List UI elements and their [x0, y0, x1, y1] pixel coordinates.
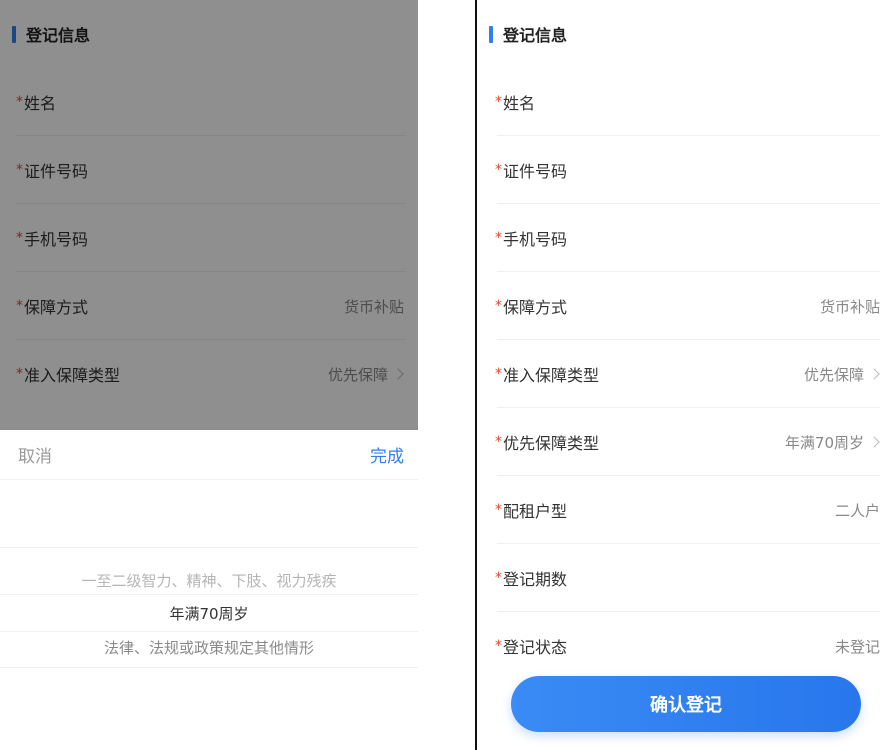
required-star-icon: * [495, 162, 502, 178]
field-label: 配租户型 [503, 502, 568, 521]
option-picker: 取消 完成 一至二级智力、精神、下肢、视力残疾 年满70周岁 法律、法规或政策规… [0, 430, 418, 750]
field-value-text: 货币补贴 [343, 297, 404, 316]
field-name[interactable]: * 姓名 [0, 68, 418, 136]
required-star-icon: * [495, 366, 502, 382]
section-header: 登记信息 [477, 0, 894, 68]
field-label: 保障方式 [24, 298, 89, 317]
field-id-number[interactable]: * 证件号码 [0, 136, 418, 204]
field-value-text: 优先保障 [327, 365, 388, 384]
section-accent-bar [489, 25, 493, 43]
required-star-icon: * [495, 502, 502, 518]
field-value: 优先保障 [328, 364, 404, 385]
required-star-icon: * [495, 94, 502, 110]
field-admission-type[interactable]: * 准入保障类型 优先保障 [477, 340, 894, 408]
required-star-icon: * [16, 298, 23, 314]
picker-done-button[interactable]: 完成 [370, 442, 404, 467]
field-phone[interactable]: * 手机号码 [0, 204, 418, 272]
field-label: 准入保障类型 [503, 366, 600, 385]
picker-selection-line-bottom [0, 631, 418, 632]
field-label: 准入保障类型 [24, 366, 121, 385]
field-id-number[interactable]: * 证件号码 [477, 136, 894, 204]
right-screen: 登记信息 * 姓名 * 证件号码 * 手机号码 * 保障方式 货币补贴 * 准入… [477, 0, 894, 750]
field-value: 货币补贴 [344, 296, 404, 317]
required-star-icon: * [16, 162, 23, 178]
field-label: 姓名 [503, 94, 536, 113]
field-value-text: 年满70周岁 [784, 433, 864, 452]
required-star-icon: * [16, 366, 23, 382]
field-admission-type[interactable]: * 准入保障类型 优先保障 [0, 340, 418, 408]
chevron-right-icon [392, 368, 404, 380]
left-form: 登记信息 * 姓名 * 证件号码 * 手机号码 * 保障方式 货币补贴 * 准入… [0, 0, 418, 430]
field-label: 优先保障类型 [503, 434, 600, 453]
required-star-icon: * [495, 638, 502, 654]
picker-divider [0, 547, 418, 548]
required-star-icon: * [495, 570, 502, 586]
field-unit-type[interactable]: * 配租户型 二人户 [477, 476, 894, 544]
field-registration-period[interactable]: * 登记期数 [477, 544, 894, 612]
field-label: 登记状态 [503, 638, 568, 657]
picker-option-selected[interactable]: 年满70周岁 [0, 603, 418, 624]
required-star-icon: * [495, 230, 502, 246]
field-guarantee-method[interactable]: * 保障方式 货币补贴 [0, 272, 418, 340]
field-registration-status[interactable]: * 登记状态 未登记 [477, 612, 894, 680]
field-label: 登记期数 [503, 570, 568, 589]
field-guarantee-method[interactable]: * 保障方式 货币补贴 [477, 272, 894, 340]
required-star-icon: * [495, 434, 502, 450]
field-value: 优先保障 [804, 364, 880, 385]
field-value: 货币补贴 [820, 296, 880, 317]
required-star-icon: * [16, 94, 23, 110]
picker-option[interactable]: 法律、法规或政策规定其他情形 [0, 637, 418, 658]
field-label: 手机号码 [503, 230, 568, 249]
field-value-text: 货币补贴 [819, 297, 880, 316]
confirm-registration-button[interactable]: 确认登记 [511, 676, 861, 732]
picker-selection-line-top [0, 594, 418, 595]
field-label: 姓名 [24, 94, 57, 113]
field-value-text: 二人户 [834, 501, 880, 520]
section-title: 登记信息 [503, 26, 568, 45]
picker-cancel-button[interactable]: 取消 [18, 442, 52, 467]
field-value-text: 优先保障 [803, 365, 864, 384]
picker-divider [0, 667, 418, 668]
chevron-right-icon [868, 368, 880, 380]
field-label: 保障方式 [503, 298, 568, 317]
field-value: 年满70周岁 [785, 432, 880, 453]
required-star-icon: * [16, 230, 23, 246]
field-value-text: 未登记 [834, 637, 880, 656]
field-value: 二人户 [835, 500, 880, 521]
section-accent-bar [12, 25, 16, 43]
field-name[interactable]: * 姓名 [477, 68, 894, 136]
picker-toolbar: 取消 完成 [0, 430, 418, 480]
picker-option[interactable]: 一至二级智力、精神、下肢、视力残疾 [0, 570, 418, 591]
required-star-icon: * [495, 298, 502, 314]
chevron-right-icon [868, 436, 880, 448]
section-header: 登记信息 [0, 0, 418, 68]
field-phone[interactable]: * 手机号码 [477, 204, 894, 272]
field-label: 手机号码 [24, 230, 89, 249]
field-priority-type[interactable]: * 优先保障类型 年满70周岁 [477, 408, 894, 476]
field-label: 证件号码 [503, 162, 568, 181]
field-label: 证件号码 [24, 162, 89, 181]
left-screen: 登记信息 * 姓名 * 证件号码 * 手机号码 * 保障方式 货币补贴 * 准入… [0, 0, 418, 750]
field-value: 未登记 [835, 636, 880, 657]
section-title: 登记信息 [26, 26, 91, 45]
